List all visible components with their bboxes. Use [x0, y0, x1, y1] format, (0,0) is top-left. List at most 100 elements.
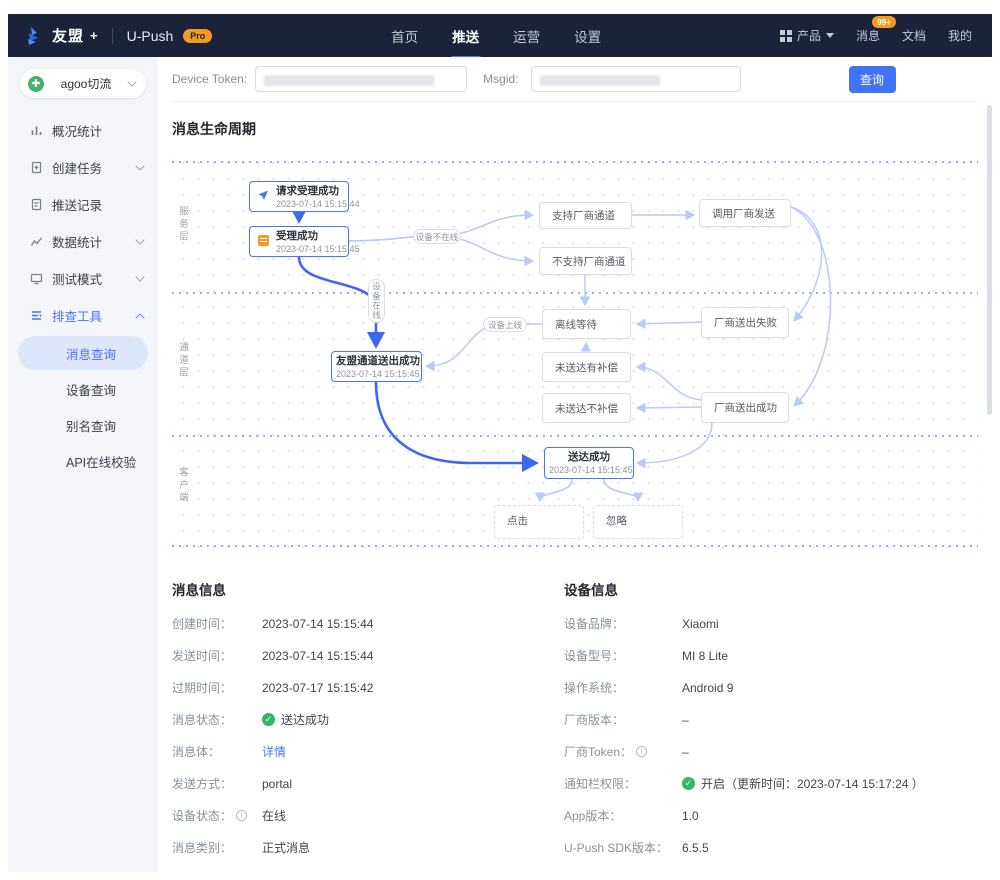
row-value: – [682, 745, 689, 759]
flow-node-not-support-vendor[interactable]: 不支持厂商通道 [539, 247, 632, 275]
sidebar-item-label: 概况统计 [52, 121, 144, 140]
app-switcher[interactable]: ✚ agoo切流 [20, 69, 146, 98]
flow-node-undelivered-compensate[interactable]: 未送达有补偿 [542, 352, 631, 382]
sidebar-subitem-alias-query[interactable]: 别名查询 [18, 408, 148, 442]
row-value: 1.0 [682, 809, 699, 823]
messages-menu[interactable]: 消息 99+ [856, 27, 880, 44]
messages-label: 消息 [856, 27, 880, 44]
top-navbar: 友盟 + U-Push Pro 首页 推送 运营 设置 产品 消息 99+ [8, 14, 992, 57]
nav-item-home[interactable]: 首页 [389, 14, 420, 58]
flow-node-vendor-success[interactable]: 厂商送出成功 [701, 392, 789, 423]
info-row: Common SDK版本：9.5.2 [564, 871, 924, 872]
info-row-device-status: 设备状态：i在线 [172, 807, 564, 824]
flow-node-undelivered-no-compensate[interactable]: 未送达不补偿 [542, 393, 631, 423]
flow-node-vendor-fail[interactable]: 厂商送出失败 [701, 307, 789, 338]
grid-icon [780, 30, 792, 42]
query-button[interactable]: 查询 [849, 66, 896, 93]
info-row: App版本：1.0 [564, 807, 924, 824]
row-value: 正式消息 [262, 839, 310, 856]
vertical-scrollbar[interactable] [987, 57, 993, 872]
info-row-vendor-token: 厂商Token： i – [564, 743, 924, 760]
node-title: 送达成功 [549, 451, 629, 465]
row-label: App版本： [564, 807, 682, 824]
flow-node-delivered[interactable]: 送达成功 2023-07-14 15:15:45 [544, 447, 634, 479]
node-title: 请求受理成功 [276, 185, 342, 199]
query-bar: Device Token: Msgid: 查询 [172, 57, 978, 102]
sidebar-item-troubleshoot[interactable]: 排查工具 [8, 297, 158, 334]
nav-item-push[interactable]: 推送 [450, 14, 481, 58]
sidebar: ✚ agoo切流 概况统计 创建任务 推送记录 数据统计 [8, 57, 158, 872]
msgid-input[interactable] [531, 66, 741, 92]
flow-node-support-vendor[interactable]: 支持厂商通道 [539, 202, 632, 229]
sidebar-item-push-record[interactable]: 推送记录 [8, 186, 158, 223]
nav-item-settings[interactable]: 设置 [572, 14, 603, 58]
sidebar-item-create-task[interactable]: 创建任务 [8, 149, 158, 186]
flow-node-request-accepted[interactable]: 请求受理成功 2023-07-14 15:15:44 [249, 181, 349, 212]
sidebar-item-test-mode[interactable]: 测试模式 [8, 260, 158, 297]
row-value: Android 9 [682, 681, 733, 695]
message-info-title: 消息信息 [172, 579, 564, 599]
flow-node-offline-wait[interactable]: 离线等待 [542, 309, 631, 339]
row-label: 发送时间： [172, 647, 262, 664]
detail-link[interactable]: 详情 [262, 743, 286, 760]
row-label: 厂商版本： [564, 711, 682, 728]
chevron-down-icon [135, 272, 144, 281]
flow-node-ignore[interactable]: 忽略 [593, 505, 683, 539]
file-list-icon [30, 198, 43, 211]
nav-item-operation[interactable]: 运营 [511, 14, 542, 58]
docs-menu[interactable]: 文档 [902, 27, 926, 44]
row-label: 消息状态： [172, 711, 262, 728]
sidebar-item-overview[interactable]: 概况统计 [8, 112, 158, 149]
row-label: 创建时间： [172, 615, 262, 632]
app-body: ✚ agoo切流 概况统计 创建任务 推送记录 数据统计 [8, 57, 992, 872]
node-title: 友盟通道送出成功 [336, 355, 417, 369]
scrollbar-thumb[interactable] [987, 105, 992, 415]
info-row: 发送时间：2023-07-14 15:15:44 [172, 647, 564, 664]
brand-name: 友盟 [52, 25, 84, 46]
info-icon[interactable]: i [236, 810, 247, 821]
my-account-menu[interactable]: 我的 [948, 27, 972, 44]
info-row-message-body: 消息体：详情 [172, 743, 564, 760]
check-circle-icon: ✓ [262, 713, 275, 726]
umeng-logo-icon [24, 25, 46, 47]
device-info-section: 设备信息 设备品牌：Xiaomi 设备型号：MI 8 Lite 操作系统：And… [564, 557, 924, 872]
message-lifecycle-diagram: 服务层 通道层 客户端 [172, 149, 978, 557]
sidebar-subitem-device-query[interactable]: 设备查询 [18, 372, 148, 406]
device-token-input[interactable] [255, 66, 467, 92]
info-row: 厂商版本：– [564, 711, 924, 728]
info-sections: 消息信息 创建时间： 2023-07-14 15:15:44 发送时间：2023-… [172, 557, 978, 872]
pro-badge: Pro [183, 29, 212, 43]
info-row: 过期时间：2023-07-17 15:15:42 [172, 679, 564, 696]
flow-node-call-vendor[interactable]: 调用厂商发送 [699, 199, 791, 227]
row-label: 厂商Msgid： [172, 871, 262, 872]
info-row: 设备品牌：Xiaomi [564, 615, 924, 632]
brand-product: U-Push [127, 28, 174, 44]
info-icon[interactable]: i [636, 746, 647, 757]
info-row: 发送方式：portal [172, 775, 564, 792]
status-badge: 送达成功 [281, 711, 329, 728]
node-time: 2023-07-14 15:15:44 [276, 199, 342, 209]
edge-label-device-online: 设备在线 [368, 279, 385, 323]
status-badge: 开启（更新时间：2023-07-14 15:17:24 ） [701, 775, 924, 792]
info-row: 消息类别：正式消息 [172, 839, 564, 856]
sidebar-item-label: 测试模式 [52, 269, 127, 288]
node-time: 2023-07-14 15:15:45 [276, 244, 342, 254]
device-info-title: 设备信息 [564, 579, 924, 599]
sidebar-subitem-message-query[interactable]: 消息查询 [18, 336, 148, 370]
nav-right: 产品 消息 99+ 文档 我的 [780, 27, 972, 44]
products-menu[interactable]: 产品 [780, 27, 834, 44]
app-switcher-label: agoo切流 [44, 75, 128, 92]
sidebar-subitem-api-check[interactable]: API在线校验 [18, 444, 148, 478]
sidebar-item-data-stats[interactable]: 数据统计 [8, 223, 158, 260]
sidebar-item-label: 数据统计 [52, 232, 127, 251]
lifecycle-section-title: 消息生命周期 [172, 119, 978, 139]
row-value: 2023-07-14 15:15:44 [262, 649, 373, 663]
sidebar-item-label: 推送记录 [52, 195, 144, 214]
row-label: 厂商Token： [564, 743, 632, 760]
info-row: U-Push SDK版本：6.5.5 [564, 839, 924, 856]
flow-node-click[interactable]: 点击 [494, 505, 584, 539]
check-circle-icon: ✓ [682, 777, 695, 790]
flow-node-umeng-sent[interactable]: 友盟通道送出成功 2023-07-14 15:15:45 [331, 351, 422, 382]
row-label: 消息类别： [172, 839, 262, 856]
flow-node-accepted[interactable]: 受理成功 2023-07-14 15:15:45 [249, 226, 349, 257]
